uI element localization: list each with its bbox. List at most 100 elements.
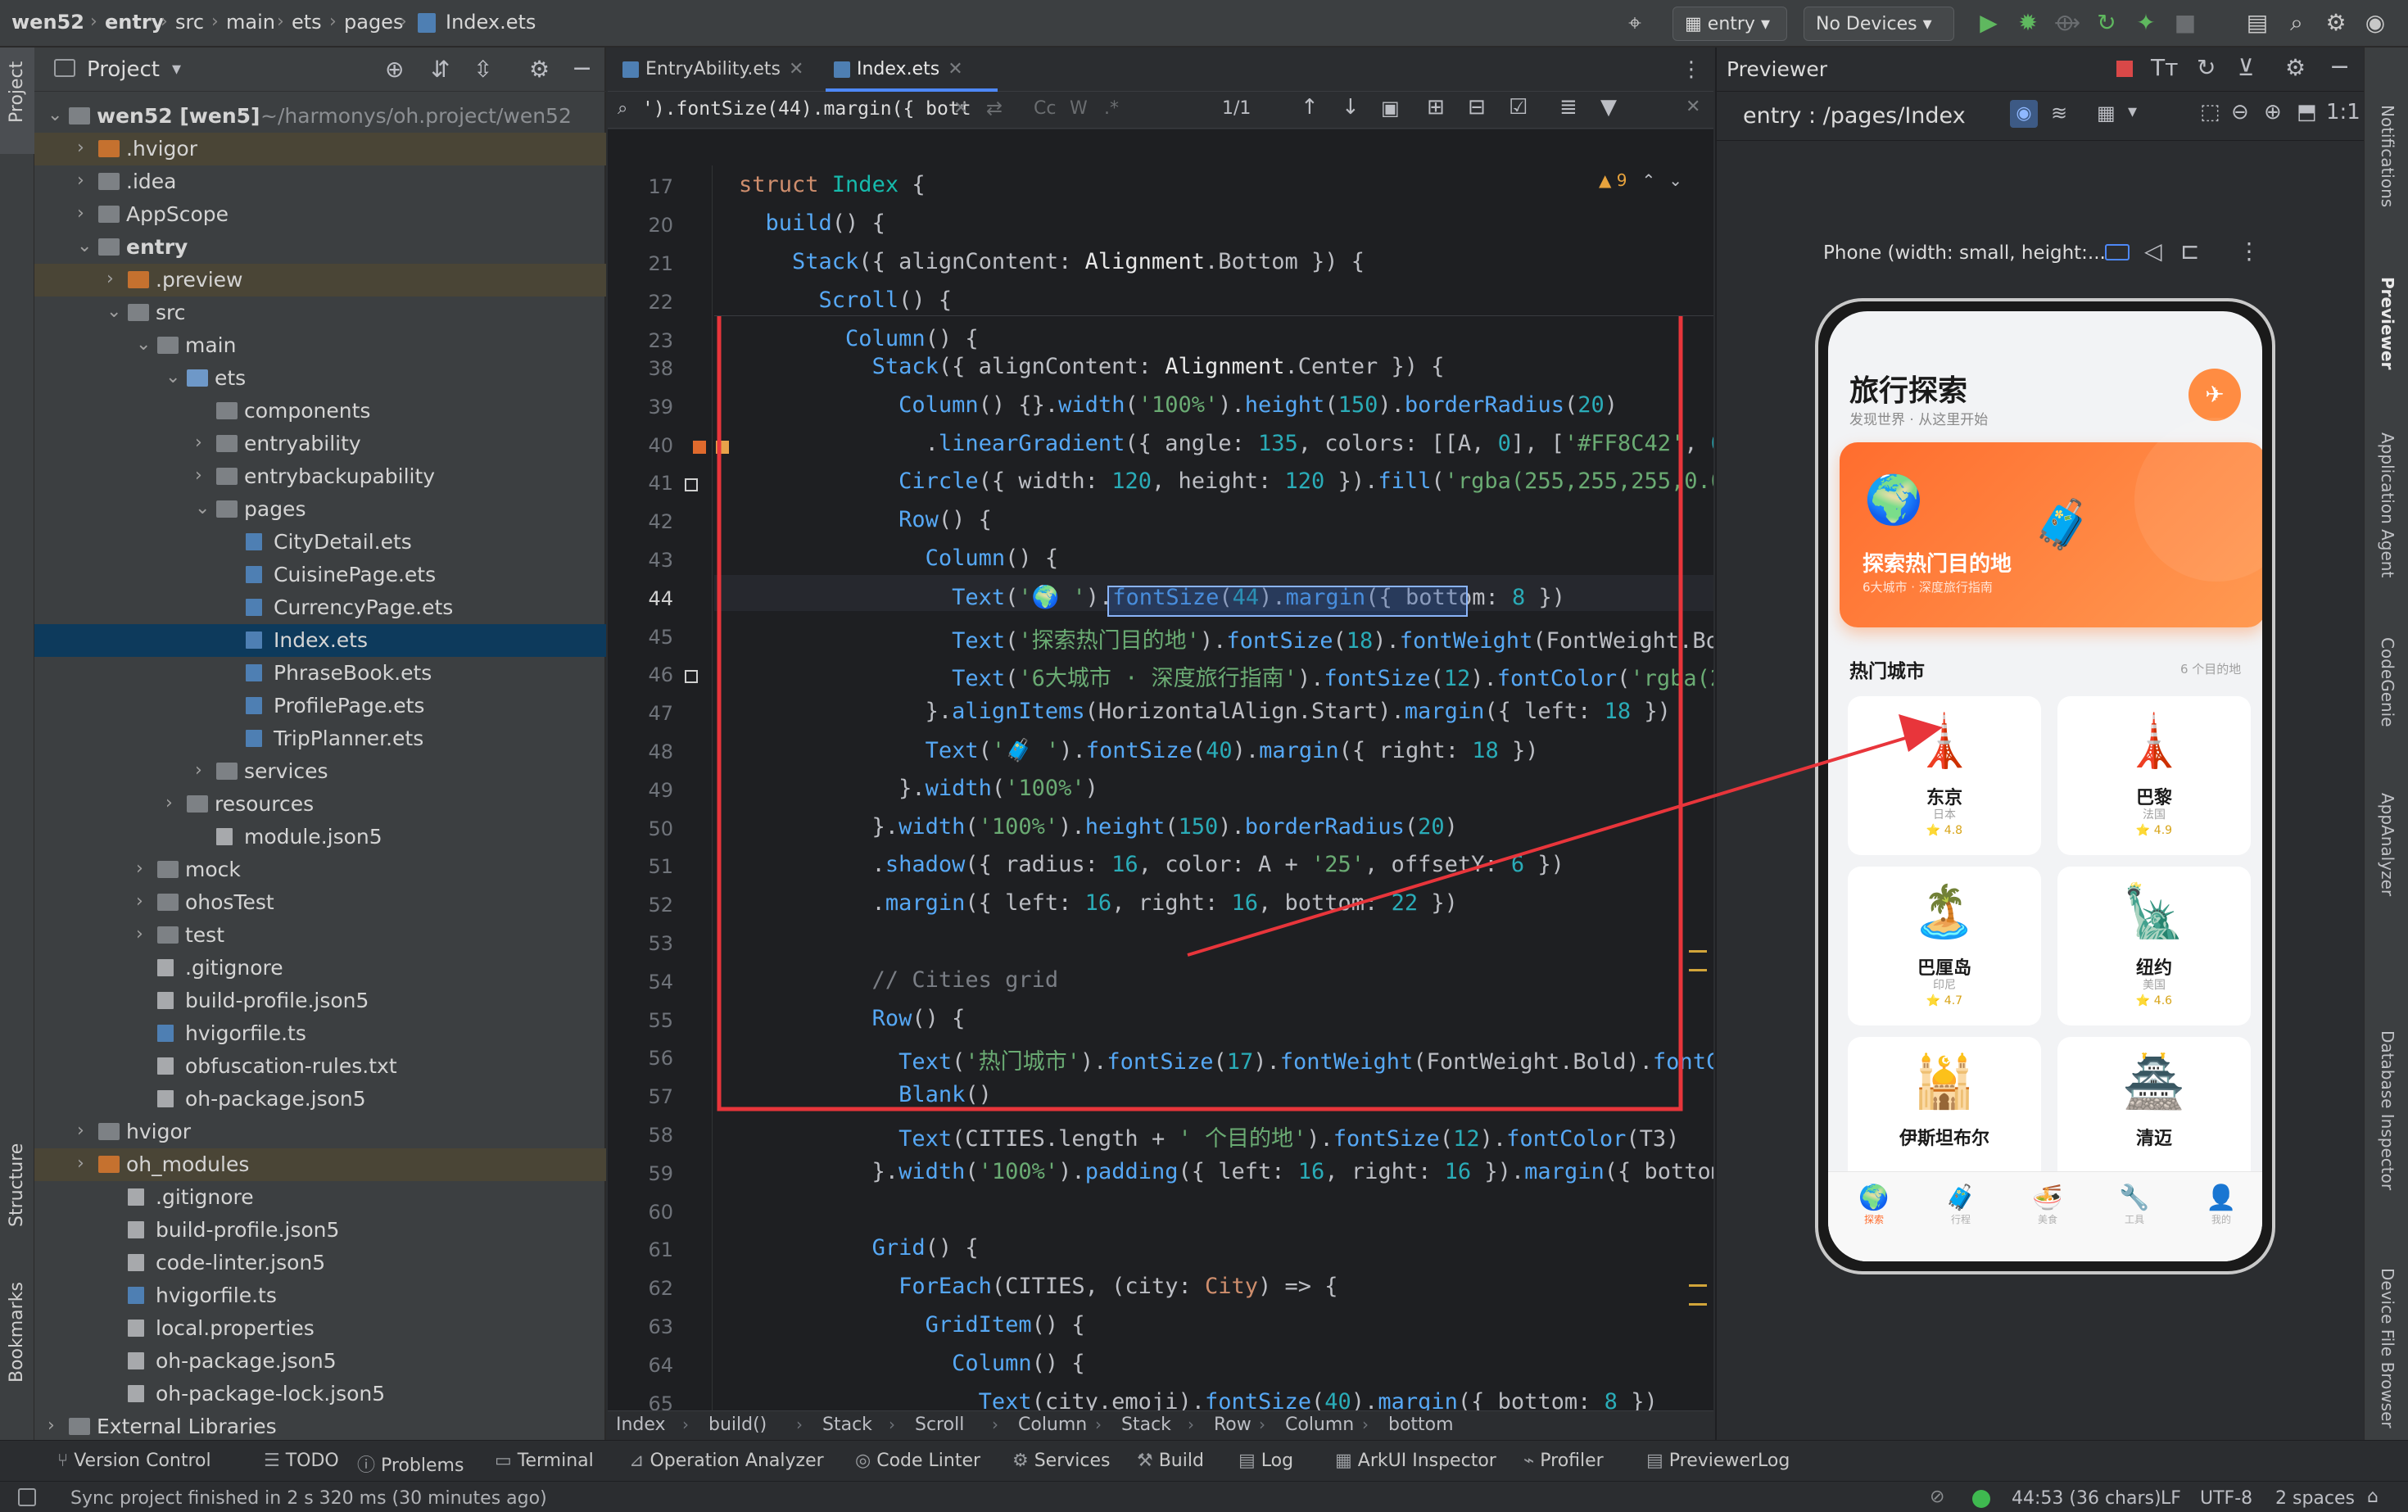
- code-line[interactable]: }.width('100%').height(150).borderRadius…: [739, 814, 1458, 840]
- tree-item[interactable]: › .preview: [34, 264, 606, 297]
- warning-indicator[interactable]: ▲ 9 ⌃ ⌄: [1599, 170, 1682, 190]
- code-line[interactable]: }.width('100%').padding({ left: 16, righ…: [739, 1159, 1713, 1184]
- nav-module[interactable]: entry: [105, 11, 164, 34]
- code-line[interactable]: GridItem() {: [739, 1312, 1085, 1338]
- arrow-down-icon[interactable]: ↓: [1342, 95, 1360, 120]
- tree-item[interactable]: ⌄ pages: [34, 493, 606, 526]
- tree-item[interactable]: › oh_modules: [34, 1148, 606, 1181]
- city-card[interactable]: 🗼 巴黎 法国 ⭐ 4.9: [2057, 696, 2251, 855]
- zoom-out-icon[interactable]: ⊖: [2231, 100, 2249, 124]
- clear-icon[interactable]: ✕: [953, 98, 968, 119]
- tree-item[interactable]: Index.ets: [34, 624, 606, 657]
- code-line[interactable]: Column() {: [739, 545, 1059, 571]
- hero-banner[interactable]: 🌍 探索热门目的地 6大城市 · 深度旅行指南 🧳: [1840, 418, 2262, 627]
- settings-gear-icon[interactable]: ⚙: [2285, 54, 2306, 81]
- tree-item[interactable]: PhraseBook.ets: [34, 657, 606, 690]
- city-card[interactable]: 🗽 纽约 美国 ⭐ 4.6: [2057, 867, 2251, 1025]
- tree-item[interactable]: › entrybackupability: [34, 460, 606, 493]
- chevron-down-icon[interactable]: ⌄: [195, 498, 210, 518]
- device-label[interactable]: Phone (width: small, height:...: [1823, 242, 2106, 264]
- tree-item[interactable]: › AppScope: [34, 198, 606, 231]
- format-icon[interactable]: ≣: [1559, 95, 1577, 120]
- tree-item[interactable]: › ohosTest: [34, 886, 606, 919]
- code-line[interactable]: .margin({ left: 16, right: 16, bottom: 2…: [739, 890, 1458, 916]
- right-tool-tab[interactable]: CodeGenie: [2378, 637, 2397, 727]
- code-line[interactable]: Circle({ width: 120, height: 120 }).fill…: [739, 469, 1713, 494]
- code-line[interactable]: // Cities grid: [739, 967, 1059, 993]
- tree-item[interactable]: obfuscation-rules.txt: [34, 1050, 606, 1083]
- select-all-occurrences-icon[interactable]: ☑: [1509, 95, 1528, 120]
- chevron-right-icon[interactable]: ›: [136, 924, 143, 944]
- chevron-right-icon[interactable]: ›: [195, 760, 202, 781]
- tree-item[interactable]: module.json5: [34, 821, 606, 853]
- color-swatch-icon[interactable]: [685, 478, 698, 492]
- chevron-down-icon[interactable]: ▾: [172, 59, 181, 79]
- tree-item[interactable]: CityDetail.ets: [34, 526, 606, 559]
- tree-item[interactable]: › hvigor: [34, 1116, 606, 1148]
- code-line[interactable]: Column() {: [739, 1351, 1085, 1376]
- status-ok-icon[interactable]: [1972, 1490, 1990, 1508]
- pin-icon[interactable]: ⊻: [2238, 54, 2255, 81]
- chevron-down-icon[interactable]: ⌄: [48, 105, 62, 125]
- tree-item[interactable]: › services: [34, 755, 606, 788]
- filter-icon[interactable]: ▼: [1600, 95, 1617, 120]
- tree-item[interactable]: hvigorfile.ts: [34, 1279, 606, 1312]
- debug-icon[interactable]: ✹: [2013, 8, 2043, 38]
- tree-item[interactable]: › entryability: [34, 428, 606, 460]
- stop-preview-icon[interactable]: [2116, 61, 2133, 77]
- chevron-right-icon[interactable]: ›: [106, 269, 114, 289]
- code-line[interactable]: Grid() {: [739, 1235, 979, 1261]
- tool-window-button[interactable]: ◎ Code Linter: [855, 1451, 980, 1471]
- nav-src[interactable]: src: [175, 11, 204, 34]
- chevron-right-icon[interactable]: ›: [77, 1120, 84, 1141]
- account-icon[interactable]: ◉: [2360, 8, 2390, 38]
- collapse-all-icon[interactable]: ⇳: [473, 56, 492, 83]
- hide-panel-icon[interactable]: −: [572, 54, 592, 83]
- tool-window-button[interactable]: ⚒ Build: [1137, 1451, 1204, 1471]
- code-line[interactable]: .shadow({ radius: 16, color: A + '25', o…: [739, 852, 1564, 877]
- tree-item[interactable]: code-linter.json5: [34, 1247, 606, 1279]
- chevron-right-icon[interactable]: ›: [195, 465, 202, 486]
- phone-nav-item[interactable]: 🔧 工具: [2092, 1184, 2177, 1226]
- tree-item[interactable]: ⌄ entry: [34, 231, 606, 264]
- chevron-down-icon[interactable]: ⌄: [106, 301, 121, 322]
- expand-all-icon[interactable]: ⇵: [431, 56, 450, 83]
- code-line[interactable]: Column() {: [739, 326, 979, 351]
- code-line[interactable]: Text('热门城市').fontSize(17).fontWeight(Fon…: [739, 1043, 1713, 1075]
- panel-toggle-icon[interactable]: [18, 1488, 36, 1506]
- hide-panel-icon[interactable]: −: [2329, 52, 2350, 81]
- actual-size-icon[interactable]: 1:1: [2326, 100, 2360, 124]
- project-tool-tab[interactable]: Project: [0, 48, 34, 154]
- phone-nav-item[interactable]: 👤 我的: [2179, 1184, 2262, 1226]
- code-line[interactable]: Text('探索热门目的地').fontSize(18).fontWeight(…: [739, 622, 1713, 654]
- tree-item[interactable]: ⌄ wen52 [wen5] ~/harmonys/oh.project/wen52: [34, 100, 606, 133]
- grid-view-icon[interactable]: ▦: [2097, 102, 2116, 124]
- chevron-right-icon[interactable]: ›: [195, 432, 202, 453]
- breadcrumb-item[interactable]: Column: [1018, 1415, 1087, 1435]
- tree-item[interactable]: TripPlanner.ets: [34, 722, 606, 755]
- attach-debugger-icon[interactable]: ⟴: [2053, 8, 2082, 38]
- chevron-right-icon[interactable]: ›: [77, 138, 84, 158]
- code-line[interactable]: Row() {: [739, 1006, 966, 1031]
- color-swatch-icon[interactable]: [693, 440, 706, 454]
- tree-item[interactable]: › .hvigor: [34, 133, 606, 165]
- device-select[interactable]: No Devices ▾: [1804, 7, 1954, 41]
- close-icon[interactable]: ✕: [948, 59, 962, 79]
- more-options-icon[interactable]: ⋮: [1681, 57, 1702, 82]
- right-tool-tab[interactable]: Notifications: [2378, 105, 2397, 207]
- code-line[interactable]: Scroll() {: [739, 287, 953, 313]
- code-line[interactable]: Text(CITIES.length + ' 个目的地').fontSize(1…: [739, 1120, 1679, 1152]
- caret-position[interactable]: 44:53 (36 chars): [2012, 1488, 2161, 1509]
- breadcrumb-item[interactable]: Row: [1214, 1415, 1252, 1435]
- tool-window-button[interactable]: ▤ PreviewerLog: [1646, 1451, 1790, 1471]
- tree-item[interactable]: ⌄ ets: [34, 362, 606, 395]
- right-tool-tab[interactable]: Database Inspector: [2378, 1030, 2397, 1190]
- more-options-icon[interactable]: ⋮: [2238, 238, 2261, 265]
- breadcrumb-item[interactable]: Column: [1285, 1415, 1354, 1435]
- phone-nav-item[interactable]: 🍜 美食: [2005, 1184, 2090, 1226]
- code-line[interactable]: Stack({ alignContent: Alignment.Center }…: [739, 354, 1445, 379]
- breadcrumb-item[interactable]: Stack: [822, 1415, 872, 1435]
- no-connection-icon[interactable]: ⊘: [1930, 1487, 1944, 1507]
- zoom-in-icon[interactable]: ⊕: [2264, 100, 2282, 124]
- options-gear-icon[interactable]: ⚙: [529, 56, 550, 83]
